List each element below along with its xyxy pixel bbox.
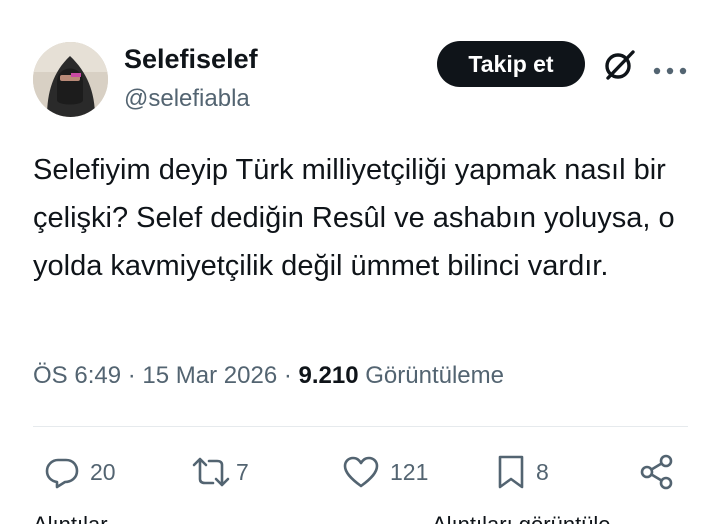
bookmark-count: 8 [536, 458, 549, 485]
tweet-meta: ÖS 6:49 · 15 Mar 2026 · 9.210 Görüntülem… [33, 362, 504, 390]
share-button[interactable] [638, 452, 676, 492]
views-label: Görüntüleme [365, 362, 504, 389]
follow-button[interactable]: Takip et [437, 41, 585, 87]
meta-separator: · [283, 362, 292, 389]
share-icon [638, 453, 676, 491]
like-button[interactable]: 121 [342, 452, 428, 492]
repost-count: 7 [236, 458, 249, 485]
views-count: 9.210 [298, 362, 359, 389]
quotes-link[interactable]: Alıntılar [33, 510, 108, 524]
more-dots-icon[interactable] [653, 62, 687, 75]
tweet-date[interactable]: 15 Mar 2026 [142, 362, 277, 389]
author-handle[interactable]: @selefiabla [124, 85, 250, 113]
reply-button[interactable]: 20 [44, 452, 116, 492]
grok-icon[interactable] [602, 48, 636, 82]
repost-icon [190, 454, 232, 490]
heart-icon [342, 454, 380, 490]
tweet-text: Selefiyim deyip Türk milliyetçiliği yapm… [33, 154, 675, 282]
reply-count: 20 [90, 458, 116, 485]
tweet-time[interactable]: ÖS 6:49 [33, 362, 121, 389]
repost-button[interactable]: 7 [190, 452, 249, 492]
bookmark-button[interactable]: 8 [496, 452, 549, 492]
view-quotes-link[interactable]: Alıntıları görüntüle [432, 510, 611, 524]
divider [33, 426, 688, 427]
like-count: 121 [390, 458, 429, 485]
meta-separator: · [127, 362, 136, 389]
reply-icon [44, 454, 80, 490]
bookmark-icon [496, 453, 526, 491]
author-name[interactable]: Selefiselef [124, 44, 258, 75]
avatar[interactable] [33, 42, 108, 117]
